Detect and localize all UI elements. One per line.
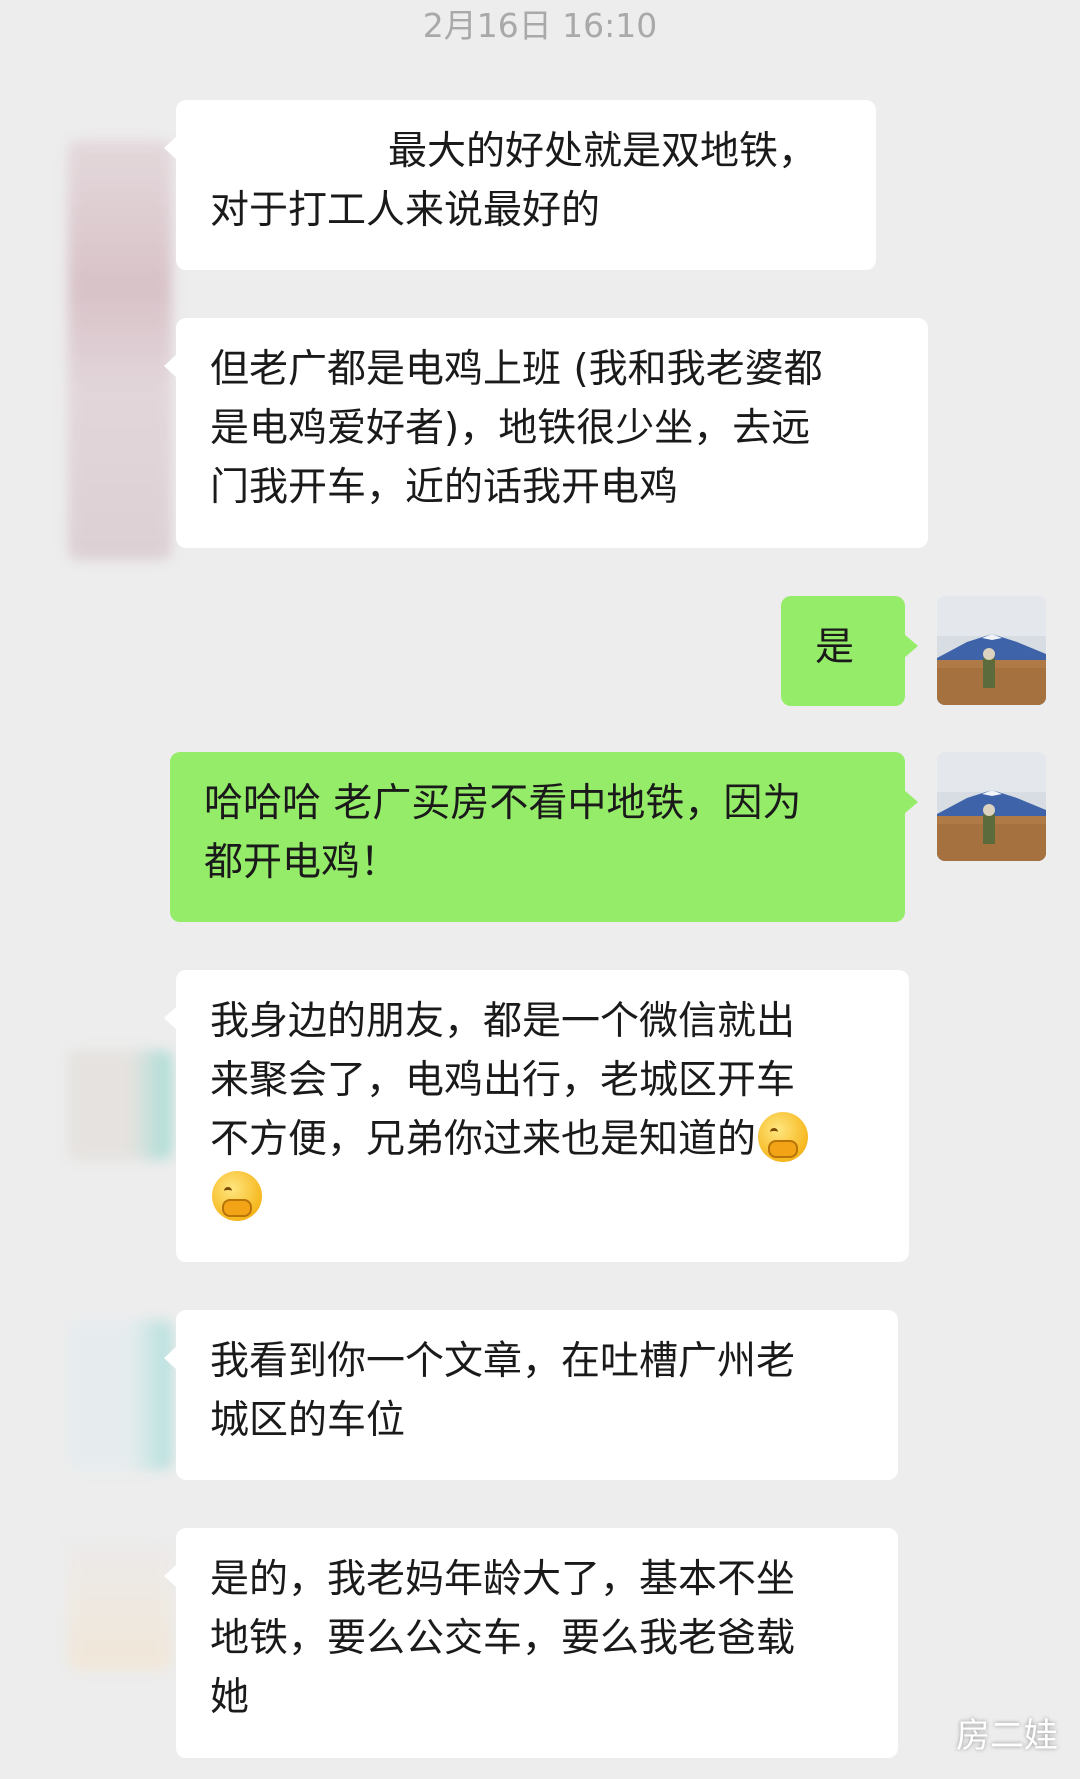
user-avatar[interactable] <box>937 752 1046 861</box>
message-bubble-incoming[interactable]: 我看到你一个文章，在吐槽广州老 城区的车位 <box>164 1310 898 1480</box>
message-bubble-outgoing[interactable]: 是 <box>781 596 918 706</box>
mountain-field-photo-icon <box>937 596 1046 705</box>
contact-avatar-blurred[interactable] <box>68 1320 172 1470</box>
message-bubble-incoming[interactable]: 是的，我老妈年龄大了，基本不坐 地铁，要么公交车，要么我老爸载 她 <box>164 1528 898 1758</box>
thinking-face-emoji-icon <box>758 1112 809 1162</box>
message-bubble-incoming[interactable]: 但老广都是电鸡上班 (我和我老婆都 是电鸡爱好者)，地铁很少坐，去远 门我开车，… <box>164 318 928 548</box>
message-text: 是的，我老妈年龄大了，基本不坐 地铁，要么公交车，要么我老爸载 她 <box>210 1557 796 1720</box>
message-text: 我身边的朋友，都是一个微信就出 来聚会了，电鸡出行，老城区开车 不方便，兄弟你过… <box>210 999 796 1162</box>
contact-avatar-blurred[interactable] <box>68 1540 172 1670</box>
message-bubble-incoming[interactable]: 最大的好处就是双地铁， 对于打工人来说最好的 <box>164 100 876 270</box>
contact-avatar-blurred[interactable] <box>68 140 172 560</box>
message-text: 是 <box>815 625 855 670</box>
message-text: 但老广都是电鸡上班 (我和我老婆都 是电鸡爱好者)，地铁很少坐，去远 门我开车，… <box>210 347 823 510</box>
message-text: 哈哈哈 老广买房不看中地铁，因为 都开电鸡！ <box>204 781 802 885</box>
contact-avatar-blurred[interactable] <box>68 1050 172 1160</box>
message-text: 我看到你一个文章，在吐槽广州老 城区的车位 <box>210 1339 796 1443</box>
thinking-face-emoji-icon <box>212 1171 262 1221</box>
timestamp: 2月16日 16:10 <box>422 6 658 45</box>
mountain-field-photo-icon <box>937 752 1046 861</box>
watermark: 房二娃 <box>956 1716 1058 1756</box>
message-bubble-outgoing[interactable]: 哈哈哈 老广买房不看中地铁，因为 都开电鸡！ <box>170 752 918 922</box>
user-avatar[interactable] <box>937 596 1046 705</box>
message-bubble-incoming[interactable]: 我身边的朋友，都是一个微信就出 来聚会了，电鸡出行，老城区开车 不方便，兄弟你过… <box>164 970 909 1262</box>
message-text: 最大的好处就是双地铁， 对于打工人来说最好的 <box>210 129 818 233</box>
